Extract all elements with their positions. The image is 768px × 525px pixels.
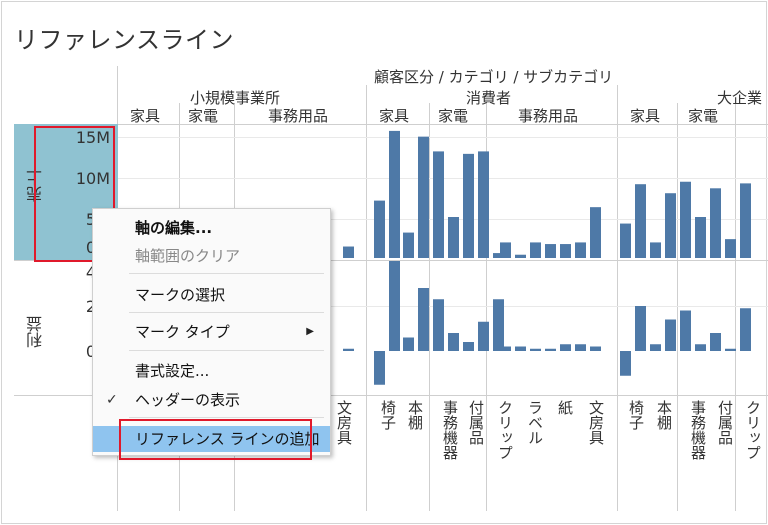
menu-separator: [129, 350, 324, 351]
subcategory-label[interactable]: 文房具: [587, 400, 605, 445]
sales-bar[interactable]: [374, 200, 385, 258]
subcategory-label[interactable]: クリップ: [744, 400, 762, 460]
subcategory-label[interactable]: 紙: [556, 400, 574, 415]
sales-bar[interactable]: [545, 244, 556, 258]
menu-item-label: ヘッダーの表示: [135, 391, 241, 409]
menu-separator: [129, 312, 324, 313]
subcategory-label[interactable]: クリップ: [496, 400, 514, 460]
sales-bar[interactable]: [680, 181, 691, 258]
checkmark-icon: ✓: [106, 392, 118, 408]
profit-bar[interactable]: [389, 261, 400, 351]
profit-bar[interactable]: [530, 348, 541, 351]
profit-bar[interactable]: [343, 348, 354, 351]
menu-item-format[interactable]: 書式設定...: [93, 358, 330, 384]
subcategory-label[interactable]: 事務機器: [689, 400, 707, 460]
sales-bar[interactable]: [575, 242, 586, 258]
subcategory-label[interactable]: 椅子: [627, 400, 645, 430]
profit-bar[interactable]: [710, 333, 721, 351]
sales-bar[interactable]: [665, 193, 676, 258]
sales-bar[interactable]: [463, 153, 474, 258]
profit-bar[interactable]: [560, 344, 571, 351]
profit-bar[interactable]: [575, 344, 586, 351]
menu-item-label: 軸の編集...: [135, 219, 213, 237]
sales-bar[interactable]: [478, 151, 489, 258]
profit-bar[interactable]: [665, 319, 676, 352]
subcategory-label[interactable]: 付属品: [716, 400, 734, 445]
sales-bar[interactable]: [725, 239, 736, 258]
subcategory-label[interactable]: ラベル: [526, 400, 544, 445]
profit-bar[interactable]: [463, 342, 474, 351]
profit-bar[interactable]: [620, 351, 631, 376]
subcategory-label[interactable]: 文房具: [335, 400, 353, 445]
profit-bar[interactable]: [740, 308, 751, 351]
profit-bar[interactable]: [680, 310, 691, 352]
sales-bar[interactable]: [418, 136, 429, 258]
sales-bar[interactable]: [403, 232, 414, 258]
profit-bar[interactable]: [635, 306, 646, 351]
subcategory-label[interactable]: 椅子: [379, 400, 397, 430]
menu-item-clear-axis-range: 軸範囲のクリア: [93, 243, 330, 269]
subcategory-label[interactable]: 事務機器: [441, 400, 459, 460]
menu-separator: [129, 417, 324, 418]
profit-bar[interactable]: [725, 348, 736, 351]
menu-item-label: 軸範囲のクリア: [135, 247, 241, 265]
subcategory-label[interactable]: 本棚: [406, 400, 424, 430]
profit-bar[interactable]: [493, 299, 504, 351]
sales-bar[interactable]: [530, 242, 541, 258]
profit-bar[interactable]: [695, 344, 706, 351]
profit-bar[interactable]: [478, 321, 489, 351]
sales-bar[interactable]: [448, 217, 459, 258]
profit-bar[interactable]: [403, 337, 414, 352]
sales-bar[interactable]: [500, 242, 511, 258]
sales-bar[interactable]: [515, 254, 526, 258]
menu-separator: [129, 273, 324, 274]
sales-bar[interactable]: [560, 244, 571, 258]
menu-item-callout-box: [119, 419, 312, 460]
profit-bar[interactable]: [374, 351, 385, 385]
worksheet-view: リファレンスライン 顧客区分 / カテゴリ / サブカテゴリ 小規模事業所 消費…: [0, 0, 768, 525]
profit-bar[interactable]: [590, 346, 601, 352]
profit-bar[interactable]: [515, 346, 526, 352]
sales-bar[interactable]: [620, 223, 631, 258]
menu-item-select-marks[interactable]: マークの選択: [93, 282, 330, 308]
profit-bar[interactable]: [500, 346, 511, 352]
subcategory-label[interactable]: 本棚: [655, 400, 673, 430]
menu-item-label: 書式設定...: [135, 362, 210, 380]
subcategory-label[interactable]: 付属品: [467, 400, 485, 445]
profit-bar[interactable]: [448, 333, 459, 351]
submenu-arrow-icon: ▶: [306, 326, 314, 337]
sales-bar[interactable]: [343, 246, 354, 258]
profit-bar[interactable]: [650, 344, 661, 351]
menu-item-edit-axis[interactable]: 軸の編集...: [93, 215, 330, 241]
sales-bar[interactable]: [710, 188, 721, 258]
sales-bar[interactable]: [650, 242, 661, 258]
sales-bar[interactable]: [433, 151, 444, 258]
sales-bar[interactable]: [389, 130, 400, 258]
sales-bar[interactable]: [635, 184, 646, 258]
menu-item-label: マーク タイプ: [135, 323, 230, 341]
profit-bar[interactable]: [545, 348, 556, 351]
profit-bar[interactable]: [433, 299, 444, 351]
sales-bar[interactable]: [740, 183, 751, 258]
menu-item-show-header[interactable]: ✓ ヘッダーの表示: [93, 387, 330, 413]
menu-item-mark-type[interactable]: マーク タイプ ▶: [93, 319, 330, 345]
profit-bar[interactable]: [418, 288, 429, 351]
sales-bar[interactable]: [695, 217, 706, 258]
menu-item-label: マークの選択: [135, 286, 226, 304]
sales-bar[interactable]: [590, 207, 601, 258]
